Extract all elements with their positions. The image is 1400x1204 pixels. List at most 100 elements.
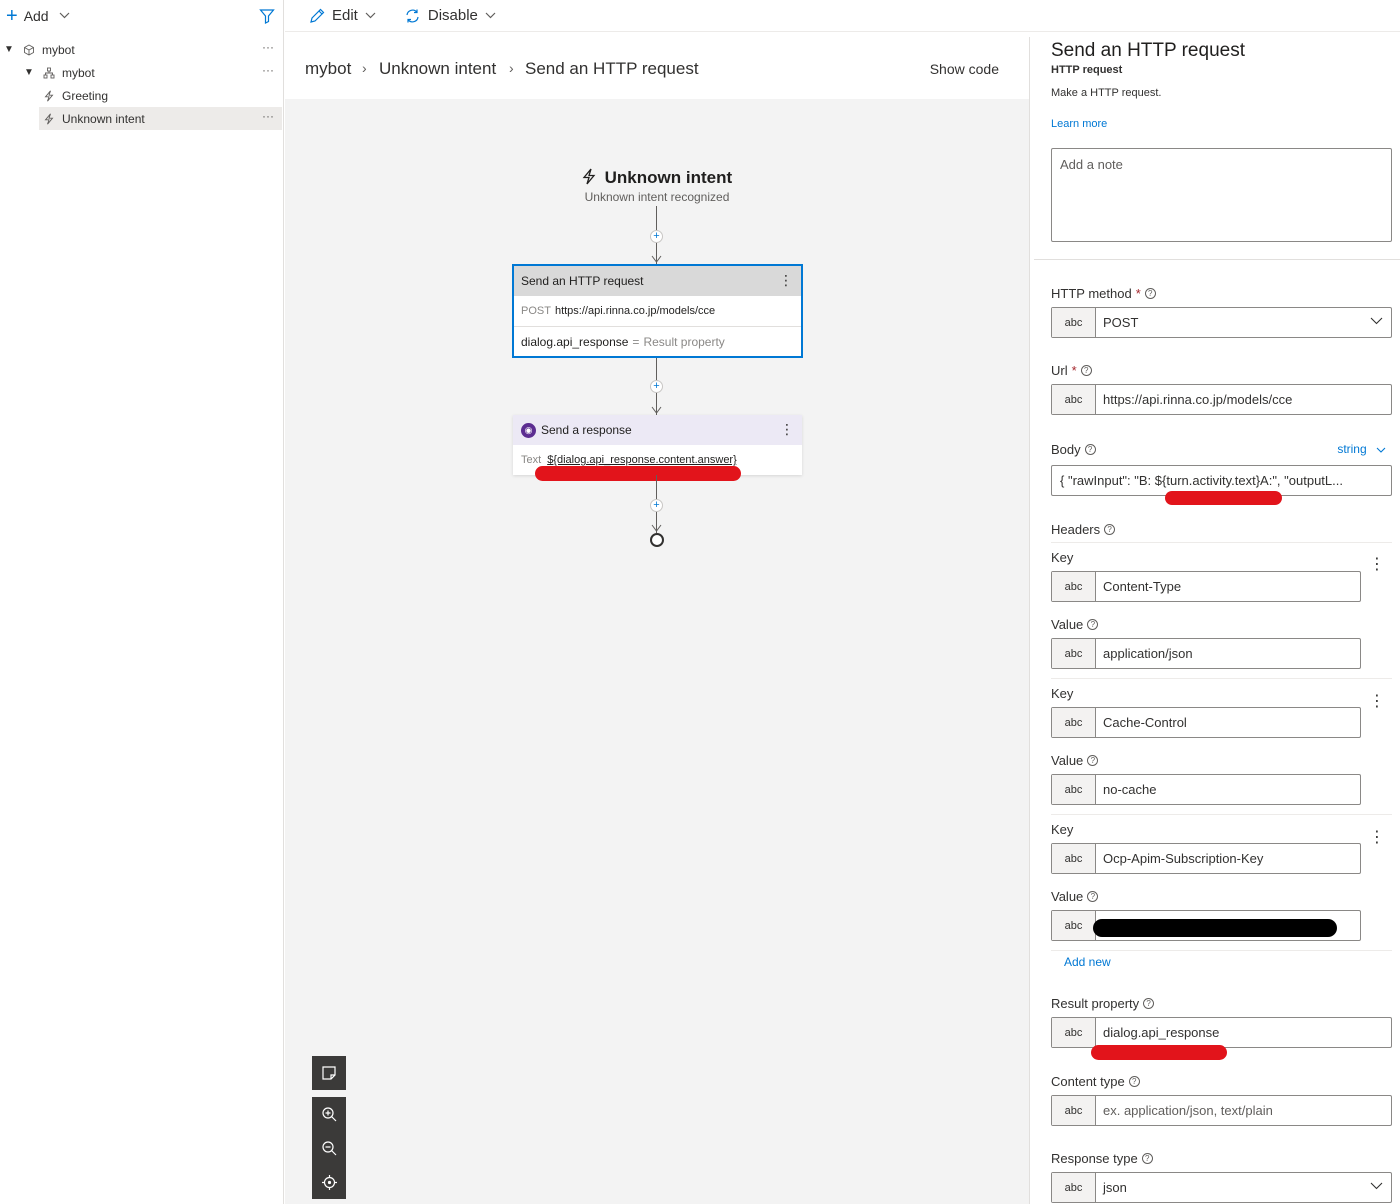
header-key-input[interactable]: abc Content-Type [1051, 571, 1361, 602]
http-request-node[interactable]: Send an HTTP request ⋮ POST https://api.… [512, 264, 803, 358]
breadcrumb-separator: › [362, 60, 367, 76]
lightning-icon [42, 89, 56, 103]
header-menu-icon[interactable]: ⋮ [1369, 554, 1385, 574]
node-menu-icon[interactable]: ⋮ [779, 272, 793, 289]
chevron-down-icon [1370, 316, 1383, 328]
info-icon[interactable]: ? [1087, 619, 1099, 630]
redaction-mark [535, 466, 741, 481]
body-type-selector[interactable]: string [1337, 442, 1386, 456]
note-textarea[interactable]: Add a note [1051, 148, 1392, 242]
content-type-input[interactable]: abc ex. application/json, text/plain [1051, 1095, 1392, 1126]
divider [1051, 950, 1392, 951]
add-header-link[interactable]: Add new [1064, 955, 1111, 969]
response-node-header: ◉ Send a response ⋮ [513, 415, 802, 445]
tree-item-root-bot[interactable]: ▼ mybot ··· [4, 38, 282, 61]
breadcrumb-item-action[interactable]: Send an HTTP request [525, 59, 699, 79]
tree-item-dialog[interactable]: ▼ mybot ··· [24, 61, 282, 84]
info-icon[interactable]: ? [1144, 288, 1156, 299]
body-label: Body ? [1051, 442, 1096, 457]
http-method-dropdown[interactable]: abc POST [1051, 307, 1392, 338]
breadcrumb: mybot › Unknown intent › Send an HTTP re… [285, 37, 1029, 99]
chevron-down-icon [59, 10, 70, 22]
edit-button[interactable]: Edit [309, 7, 376, 24]
minimap-toggle-button[interactable] [312, 1056, 346, 1090]
more-options-icon[interactable]: ··· [262, 109, 274, 123]
response-node-text-label: Text [521, 454, 542, 466]
header-key-value: Cache-Control [1103, 715, 1187, 730]
learn-more-link[interactable]: Learn more [1051, 118, 1107, 130]
edit-label: Edit [332, 7, 358, 24]
lightning-icon [582, 168, 596, 190]
breadcrumb-item-trigger[interactable]: Unknown intent [379, 59, 496, 79]
breadcrumb-item-bot[interactable]: mybot [305, 59, 351, 79]
zoom-in-button[interactable] [312, 1097, 346, 1131]
result-property-label-text: Result property [1051, 996, 1140, 1011]
project-tree-header: + Add [0, 0, 283, 32]
type-badge: abc [1052, 844, 1096, 873]
tree-item-greeting[interactable]: Greeting [42, 84, 282, 107]
panel-subtitle: HTTP request [1051, 64, 1123, 76]
header-value-label: Value ? [1051, 753, 1099, 768]
http-node-title: Send an HTTP request [521, 274, 644, 288]
header-key-input[interactable]: abc Ocp-Apim-Subscription-Key [1051, 843, 1361, 874]
disable-button[interactable]: Disable [404, 7, 496, 24]
url-label-text: Url [1051, 363, 1068, 378]
info-icon[interactable]: ? [1087, 891, 1099, 902]
node-menu-icon[interactable]: ⋮ [780, 421, 794, 438]
add-action-plus-icon[interactable]: + [650, 380, 663, 393]
header-value-input[interactable]: abc no-cache [1051, 774, 1361, 805]
trigger-title: Unknown intent [604, 168, 733, 187]
required-marker: * [1071, 363, 1077, 378]
more-options-icon[interactable]: ··· [262, 63, 274, 77]
info-icon[interactable]: ? [1143, 998, 1155, 1009]
content-type-label-text: Content type [1051, 1074, 1125, 1089]
trigger-subtitle: Unknown intent recognized [584, 190, 730, 204]
bot-icon [22, 43, 36, 57]
headers-label: Headers ? [1051, 522, 1116, 537]
flow-end-node [650, 533, 664, 547]
add-action-plus-icon[interactable]: + [650, 230, 663, 243]
bot-icon: ◉ [521, 422, 536, 438]
zoom-out-button[interactable] [312, 1131, 346, 1165]
response-type-dropdown[interactable]: abc json [1051, 1172, 1392, 1203]
header-value-value: no-cache [1103, 782, 1157, 797]
toolbar: Edit Disable [285, 0, 1400, 32]
http-node-equals: = [632, 334, 640, 349]
collapse-icon[interactable]: ▼ [24, 67, 36, 78]
tree-item-unknown-intent[interactable]: Unknown intent ··· [39, 107, 282, 130]
flow-canvas[interactable]: Unknown intent Unknown intent recognized… [285, 99, 1029, 1204]
panel-description: Make a HTTP request. [1051, 87, 1162, 99]
http-node-request-row: POST https://api.rinna.co.jp/models/cce [514, 296, 801, 327]
collapse-icon[interactable]: ▼ [4, 44, 16, 55]
header-menu-icon[interactable]: ⋮ [1369, 691, 1385, 711]
header-menu-icon[interactable]: ⋮ [1369, 827, 1385, 847]
trigger-heading[interactable]: Unknown intent [285, 168, 1029, 190]
breadcrumb-separator: › [509, 60, 514, 76]
url-input[interactable]: abc https://api.rinna.co.jp/models/cce [1051, 384, 1392, 415]
add-action-plus-icon[interactable]: + [650, 499, 663, 512]
header-key-input[interactable]: abc Cache-Control [1051, 707, 1361, 738]
type-badge: abc [1052, 708, 1096, 737]
result-property-input[interactable]: abc dialog.api_response [1051, 1017, 1392, 1048]
arrow-down-icon [651, 524, 662, 532]
info-icon[interactable]: ? [1080, 365, 1092, 376]
filter-icon[interactable] [259, 8, 275, 24]
show-code-button[interactable]: Show code [930, 61, 999, 77]
add-label: Add [23, 8, 49, 24]
info-icon[interactable]: ? [1084, 444, 1096, 455]
type-badge: abc [1052, 639, 1096, 668]
info-icon[interactable]: ? [1128, 1076, 1140, 1087]
fit-to-screen-button[interactable] [312, 1165, 346, 1199]
type-badge: abc [1052, 1173, 1096, 1202]
chevron-down-icon [1376, 442, 1386, 456]
divider [1051, 814, 1392, 815]
http-node-result-var: dialog.api_response [521, 334, 629, 349]
header-value-input[interactable]: abc application/json [1051, 638, 1361, 669]
info-icon[interactable]: ? [1087, 755, 1099, 766]
more-options-icon[interactable]: ··· [262, 40, 274, 54]
info-icon[interactable]: ? [1141, 1153, 1153, 1164]
add-button[interactable]: + Add [6, 6, 70, 26]
info-icon[interactable]: ? [1104, 524, 1116, 535]
dialog-icon [42, 66, 56, 80]
project-tree-panel: + Add ▼ mybot ··· ▼ mybot ··· Greeting U… [0, 0, 284, 1204]
